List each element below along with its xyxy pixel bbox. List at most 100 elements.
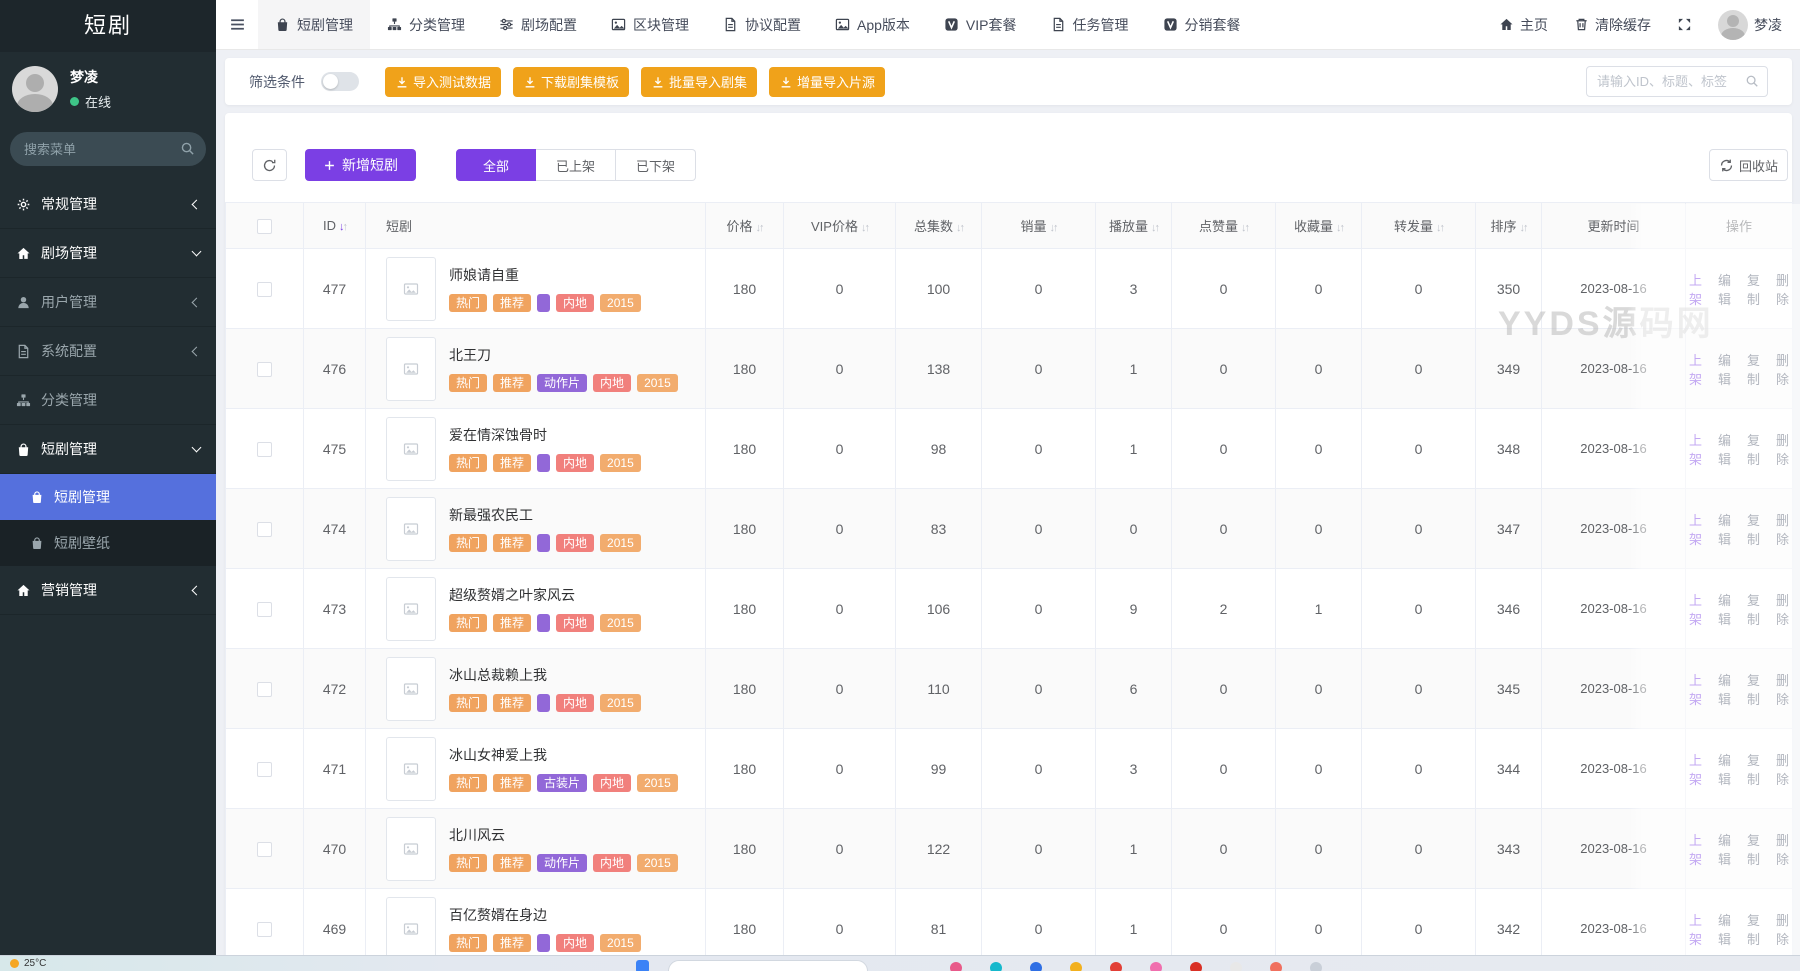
taskbar-app-icon[interactable] <box>1070 962 1082 971</box>
action-edit[interactable]: 编辑 <box>1715 270 1734 308</box>
action-copy[interactable]: 复制 <box>1744 510 1763 548</box>
filter-toggle[interactable] <box>321 72 359 91</box>
action-publish[interactable]: 上架 <box>1686 350 1705 388</box>
action-copy[interactable]: 复制 <box>1744 270 1763 308</box>
action-edit[interactable]: 编辑 <box>1715 510 1734 548</box>
row-checkbox[interactable] <box>257 922 272 937</box>
action-publish[interactable]: 上架 <box>1686 590 1705 628</box>
sidebar-search-input[interactable] <box>10 132 206 166</box>
import-button-2[interactable]: 批量导入剧集 <box>641 67 757 97</box>
column-header-4[interactable]: VIP价格↓↑ <box>784 203 896 249</box>
taskbar-app-icon[interactable] <box>1230 962 1242 971</box>
nav-right-item-0[interactable]: 主页 <box>1499 15 1548 35</box>
sidebar-subitem-5-1[interactable]: 短剧壁纸 <box>0 520 216 566</box>
recycle-bin-button[interactable]: 回收站 <box>1709 149 1788 181</box>
nav-tab-7[interactable]: 任务管理 <box>1034 0 1146 49</box>
import-button-3[interactable]: 增量导入片源 <box>769 67 885 97</box>
drama-cover-placeholder[interactable] <box>386 257 436 321</box>
search-icon[interactable] <box>180 141 195 156</box>
sidebar-item-0[interactable]: 常规管理 <box>0 180 216 229</box>
add-drama-button[interactable]: 新增短剧 <box>305 149 416 181</box>
row-checkbox[interactable] <box>257 842 272 857</box>
action-edit[interactable]: 编辑 <box>1715 830 1734 868</box>
action-edit[interactable]: 编辑 <box>1715 590 1734 628</box>
action-delete[interactable]: 删除 <box>1773 750 1792 788</box>
drama-cover-placeholder[interactable] <box>386 337 436 401</box>
action-publish[interactable]: 上架 <box>1686 430 1705 468</box>
action-publish[interactable]: 上架 <box>1686 750 1705 788</box>
status-tab-0[interactable]: 全部 <box>456 149 536 181</box>
taskbar-app-icon[interactable] <box>1030 962 1042 971</box>
drama-cover-placeholder[interactable] <box>386 897 436 956</box>
sidebar-item-5[interactable]: 短剧管理 <box>0 425 216 474</box>
nav-tab-4[interactable]: 协议配置 <box>706 0 818 49</box>
search-icon[interactable] <box>1745 74 1759 88</box>
column-header-5[interactable]: 总集数↓↑ <box>896 203 982 249</box>
column-header-0[interactable] <box>226 203 304 249</box>
row-checkbox[interactable] <box>257 682 272 697</box>
drama-cover-placeholder[interactable] <box>386 417 436 481</box>
column-header-11[interactable]: 排序↓↑ <box>1476 203 1542 249</box>
column-header-9[interactable]: 收藏量↓↑ <box>1276 203 1362 249</box>
action-publish[interactable]: 上架 <box>1686 270 1705 308</box>
action-delete[interactable]: 删除 <box>1773 510 1792 548</box>
column-header-8[interactable]: 点赞量↓↑ <box>1172 203 1276 249</box>
nav-tab-8[interactable]: 分销套餐 <box>1146 0 1258 49</box>
action-publish[interactable]: 上架 <box>1686 510 1705 548</box>
action-delete[interactable]: 删除 <box>1773 430 1792 468</box>
action-copy[interactable]: 复制 <box>1744 670 1763 708</box>
action-copy[interactable]: 复制 <box>1744 910 1763 948</box>
nav-right-item-1[interactable]: 清除缓存 <box>1574 15 1651 35</box>
row-checkbox[interactable] <box>257 282 272 297</box>
action-edit[interactable]: 编辑 <box>1715 430 1734 468</box>
action-delete[interactable]: 删除 <box>1773 830 1792 868</box>
action-edit[interactable]: 编辑 <box>1715 750 1734 788</box>
action-copy[interactable]: 复制 <box>1744 750 1763 788</box>
action-delete[interactable]: 删除 <box>1773 910 1792 948</box>
taskbar-app-icon[interactable] <box>1150 962 1162 971</box>
taskbar-weather[interactable]: 25°C <box>10 958 46 969</box>
sidebar-subitem-5-0[interactable]: 短剧管理 <box>0 474 216 520</box>
taskbar-search[interactable] <box>668 960 868 971</box>
action-copy[interactable]: 复制 <box>1744 830 1763 868</box>
taskbar-app-icon[interactable] <box>636 960 649 971</box>
sidebar-item-2[interactable]: 用户管理 <box>0 278 216 327</box>
hamburger-menu-icon[interactable] <box>216 0 258 49</box>
drama-cover-placeholder[interactable] <box>386 817 436 881</box>
row-checkbox[interactable] <box>257 602 272 617</box>
row-checkbox[interactable] <box>257 522 272 537</box>
nav-tab-6[interactable]: VIP套餐 <box>927 0 1034 49</box>
drama-cover-placeholder[interactable] <box>386 657 436 721</box>
table-search-input[interactable] <box>1586 66 1768 97</box>
action-edit[interactable]: 编辑 <box>1715 670 1734 708</box>
status-tab-2[interactable]: 已下架 <box>616 149 696 181</box>
nav-tab-5[interactable]: App版本 <box>818 0 927 49</box>
sidebar-item-1[interactable]: 剧场管理 <box>0 229 216 278</box>
action-publish[interactable]: 上架 <box>1686 830 1705 868</box>
status-tab-1[interactable]: 已上架 <box>536 149 616 181</box>
drama-cover-placeholder[interactable] <box>386 497 436 561</box>
action-delete[interactable]: 删除 <box>1773 590 1792 628</box>
import-button-1[interactable]: 下载剧集模板 <box>513 67 629 97</box>
row-checkbox[interactable] <box>257 362 272 377</box>
nav-right-item-2[interactable] <box>1677 17 1692 32</box>
action-copy[interactable]: 复制 <box>1744 430 1763 468</box>
action-copy[interactable]: 复制 <box>1744 590 1763 628</box>
row-checkbox[interactable] <box>257 442 272 457</box>
column-header-6[interactable]: 销量↓↑ <box>982 203 1096 249</box>
action-publish[interactable]: 上架 <box>1686 670 1705 708</box>
nav-right-item-3[interactable]: 梦凌 <box>1718 10 1782 40</box>
action-delete[interactable]: 删除 <box>1773 350 1792 388</box>
action-edit[interactable]: 编辑 <box>1715 350 1734 388</box>
import-button-0[interactable]: 导入测试数据 <box>385 67 501 97</box>
drama-cover-placeholder[interactable] <box>386 737 436 801</box>
column-header-1[interactable]: ID↓↑ <box>304 203 366 249</box>
taskbar-app-icon[interactable] <box>1310 962 1322 971</box>
select-all-checkbox[interactable] <box>257 219 272 234</box>
nav-tab-1[interactable]: 分类管理 <box>370 0 482 49</box>
drama-cover-placeholder[interactable] <box>386 577 436 641</box>
column-header-3[interactable]: 价格↓↑ <box>706 203 784 249</box>
nav-tab-0[interactable]: 短剧管理 <box>258 0 370 49</box>
taskbar-app-icon[interactable] <box>1190 962 1202 971</box>
action-edit[interactable]: 编辑 <box>1715 910 1734 948</box>
